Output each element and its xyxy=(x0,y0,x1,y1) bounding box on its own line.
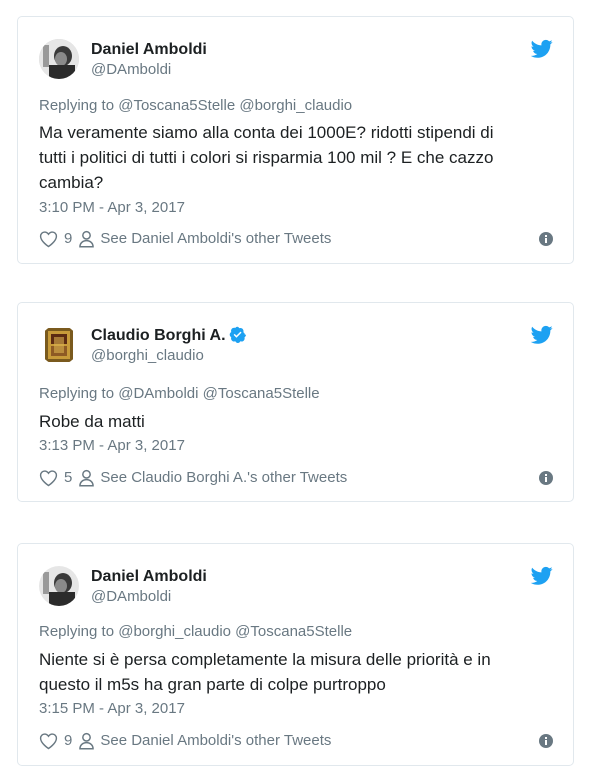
tweet-text: Robe da matti xyxy=(39,409,543,434)
tweet-timestamp[interactable]: 3:13 PM - Apr 3, 2017 xyxy=(39,436,185,456)
person-icon[interactable] xyxy=(78,469,95,487)
tweet-text-line: Ma veramente siamo alla conta dei 1000E?… xyxy=(39,123,494,142)
tweet-text-line: tutti i politici di tutti i colori si ri… xyxy=(39,148,494,167)
user-handle[interactable]: @borghi_claudio xyxy=(91,346,246,366)
tweet-header: Claudio Borghi A. @borghi_claudio xyxy=(39,325,553,367)
tweet-text-line: cambia? xyxy=(39,173,104,192)
verified-badge-icon xyxy=(229,326,246,343)
heart-icon[interactable] xyxy=(39,732,58,750)
avatar[interactable] xyxy=(39,39,79,79)
tweet-text: Ma veramente siamo alla conta dei 1000E?… xyxy=(39,120,543,195)
tweet-timestamp[interactable]: 3:15 PM - Apr 3, 2017 xyxy=(39,699,185,719)
other-tweets-link[interactable]: See Daniel Amboldi's other Tweets xyxy=(100,730,331,752)
tweet-header: Daniel Amboldi @DAmboldi xyxy=(39,566,553,608)
heart-icon[interactable] xyxy=(39,469,58,487)
tweet-text-line: Niente si è persa completamente la misur… xyxy=(39,650,491,669)
tweet-text: Niente si è persa completamente la misur… xyxy=(39,647,543,697)
twitter-bird-icon[interactable] xyxy=(531,566,553,586)
reply-context[interactable]: Replying to @Toscana5Stelle @borghi_clau… xyxy=(39,96,352,116)
tweet-text-line: questo il m5s ha gran parte di colpe pur… xyxy=(39,675,386,694)
other-tweets-link[interactable]: See Claudio Borghi A.'s other Tweets xyxy=(100,467,347,489)
tweet-actions: 5 See Claudio Borghi A.'s other Tweets xyxy=(39,467,553,489)
user-handle[interactable]: @DAmboldi xyxy=(91,587,207,607)
tweet-actions: 9 See Daniel Amboldi's other Tweets xyxy=(39,228,553,250)
display-name[interactable]: Daniel Amboldi xyxy=(91,40,207,60)
tweet-timestamp[interactable]: 3:10 PM - Apr 3, 2017 xyxy=(39,198,185,218)
display-name[interactable]: Claudio Borghi A. xyxy=(91,326,226,346)
tweet-header: Daniel Amboldi @DAmboldi xyxy=(39,39,553,81)
heart-icon[interactable] xyxy=(39,230,58,248)
user-block: Daniel Amboldi @DAmboldi xyxy=(91,567,207,607)
tweet-card[interactable]: Daniel Amboldi @DAmboldi Replying to @bo… xyxy=(17,543,574,766)
like-count[interactable]: 9 xyxy=(64,730,72,752)
tweet-card[interactable]: Daniel Amboldi @DAmboldi Replying to @To… xyxy=(17,16,574,264)
tweet-text-line: Robe da matti xyxy=(39,412,145,431)
reply-context[interactable]: Replying to @borghi_claudio @Toscana5Ste… xyxy=(39,622,352,642)
person-icon[interactable] xyxy=(78,732,95,750)
tweet-card[interactable]: Claudio Borghi A. @borghi_claudio Replyi… xyxy=(17,302,574,502)
twitter-bird-icon[interactable] xyxy=(531,39,553,59)
user-handle[interactable]: @DAmboldi xyxy=(91,60,207,80)
like-count[interactable]: 9 xyxy=(64,228,72,250)
info-icon[interactable] xyxy=(539,734,553,748)
reply-context[interactable]: Replying to @DAmboldi @Toscana5Stelle xyxy=(39,384,320,404)
person-icon[interactable] xyxy=(78,230,95,248)
avatar[interactable] xyxy=(39,325,79,365)
like-group: 9 See Daniel Amboldi's other Tweets xyxy=(39,730,331,752)
info-icon[interactable] xyxy=(539,471,553,485)
user-block: Daniel Amboldi @DAmboldi xyxy=(91,40,207,80)
other-tweets-link[interactable]: See Daniel Amboldi's other Tweets xyxy=(100,228,331,250)
like-group: 5 See Claudio Borghi A.'s other Tweets xyxy=(39,467,347,489)
avatar[interactable] xyxy=(39,566,79,606)
info-icon[interactable] xyxy=(539,232,553,246)
user-block: Claudio Borghi A. @borghi_claudio xyxy=(91,326,246,366)
tweet-actions: 9 See Daniel Amboldi's other Tweets xyxy=(39,730,553,752)
like-count[interactable]: 5 xyxy=(64,467,72,489)
like-group: 9 See Daniel Amboldi's other Tweets xyxy=(39,228,331,250)
twitter-bird-icon[interactable] xyxy=(531,325,553,345)
display-name[interactable]: Daniel Amboldi xyxy=(91,567,207,587)
